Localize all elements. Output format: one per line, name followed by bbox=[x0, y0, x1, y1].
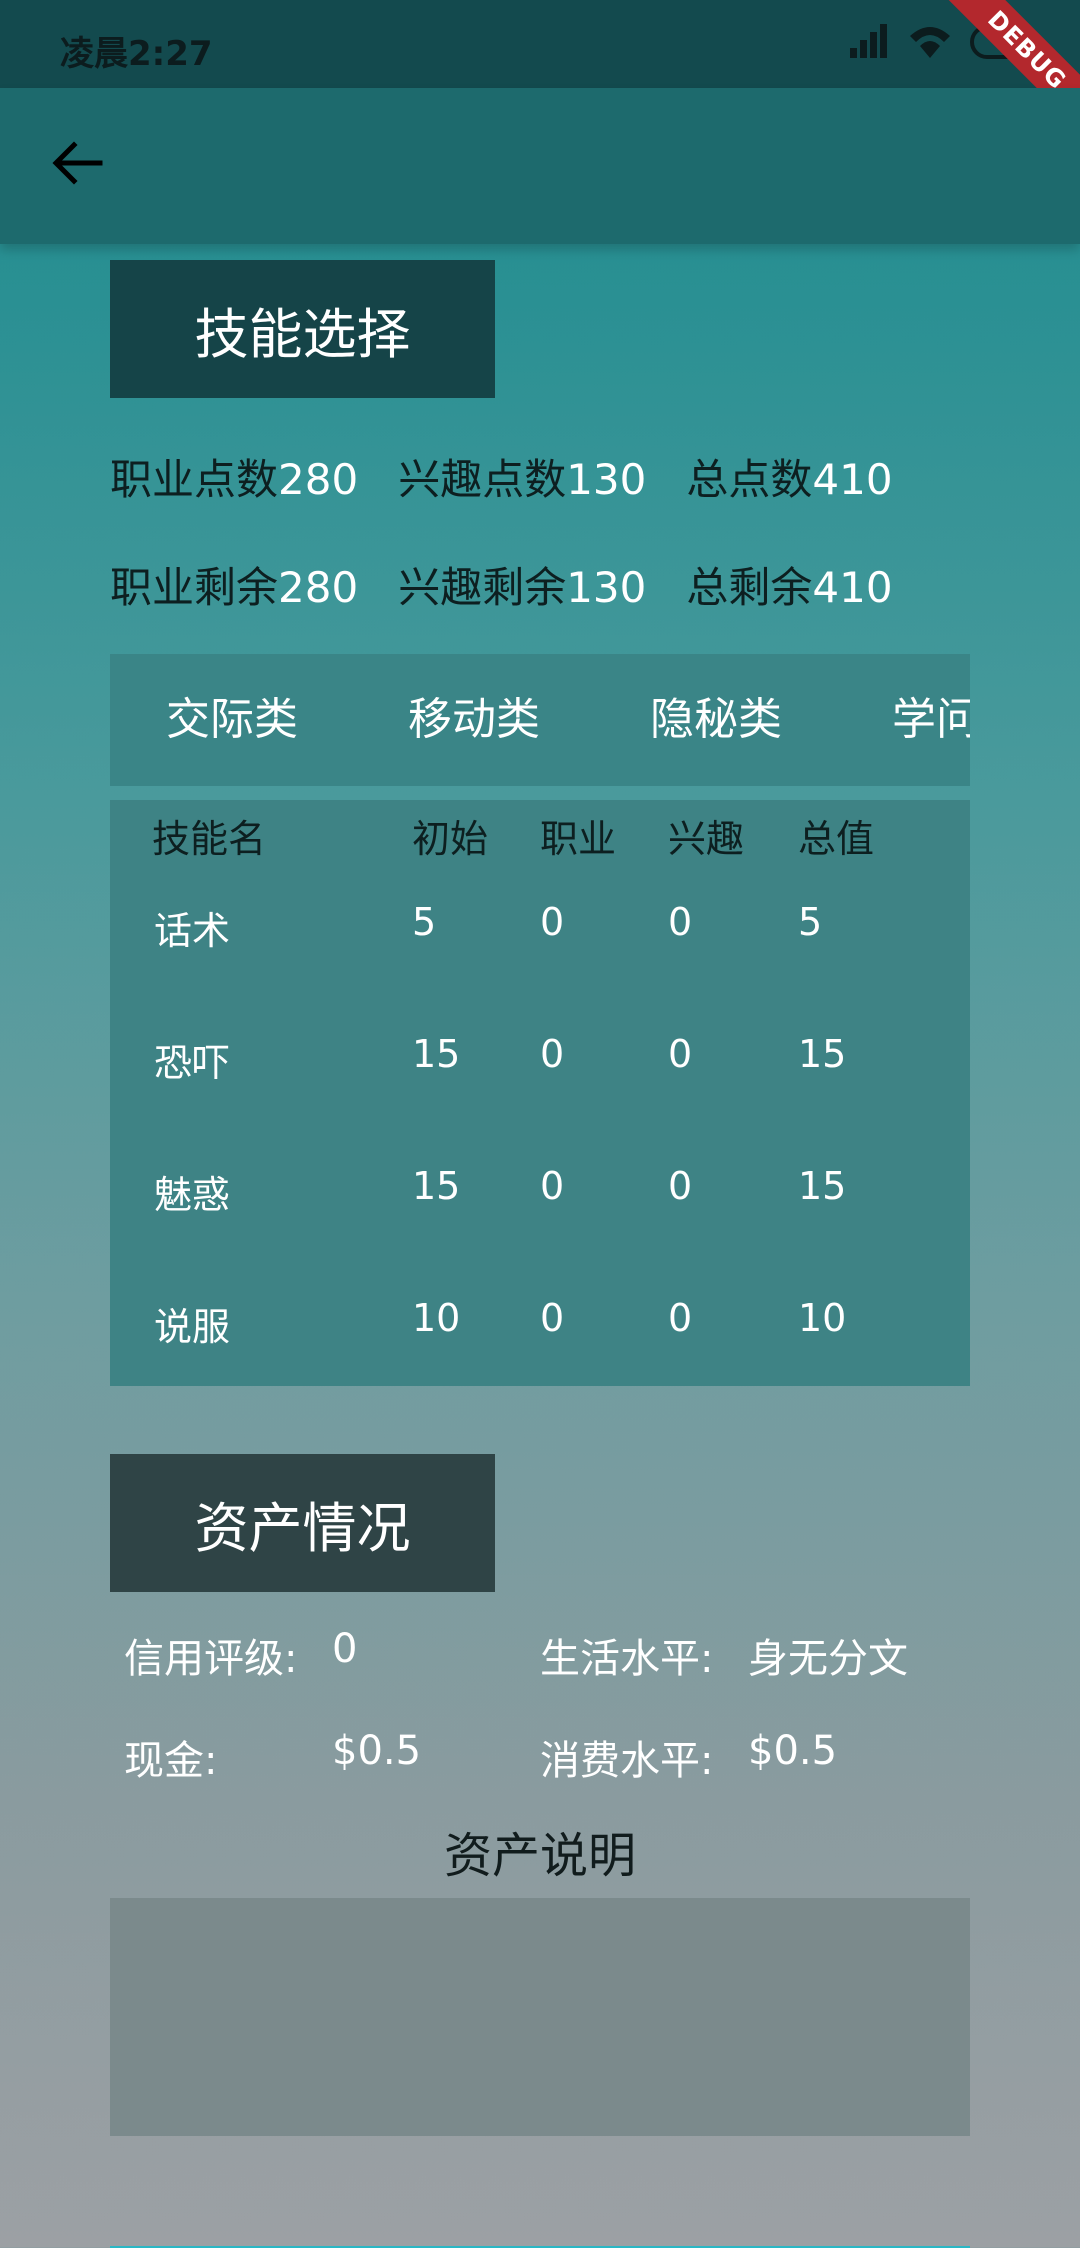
interest-cell[interactable]: 0 bbox=[668, 900, 692, 944]
spending-level-label: 消费水平: bbox=[540, 1738, 714, 1784]
initial-cell: 15 bbox=[412, 1164, 461, 1208]
cash-value: $0.5 bbox=[332, 1728, 422, 1774]
header-total: 总值 bbox=[798, 817, 875, 861]
skill-name-cell: 恐吓 bbox=[154, 1041, 231, 1085]
total-cell: 15 bbox=[798, 1164, 847, 1208]
initial-cell: 10 bbox=[412, 1296, 461, 1340]
interest-remaining: 兴趣剩余130 bbox=[398, 563, 647, 612]
total-remaining: 总剩余410 bbox=[686, 563, 893, 612]
asset-description-title: 资产说明 bbox=[443, 1828, 636, 1884]
interest-cell[interactable]: 0 bbox=[668, 1164, 692, 1208]
points-row: 职业点数280 兴趣点数130 总点数410 bbox=[110, 446, 933, 507]
total-cell: 5 bbox=[798, 900, 823, 944]
header-occupation: 职业 bbox=[540, 817, 617, 861]
interest-points: 兴趣点数130 bbox=[398, 455, 647, 504]
total-cell: 10 bbox=[798, 1296, 847, 1340]
occupation-points: 职业点数280 bbox=[110, 455, 359, 504]
back-arrow-icon[interactable] bbox=[44, 130, 110, 196]
header-interest: 兴趣 bbox=[668, 817, 745, 861]
occupation-cell[interactable]: 0 bbox=[540, 1164, 564, 1208]
interest-cell[interactable]: 0 bbox=[668, 1296, 692, 1340]
credit-rating-value: 0 bbox=[332, 1626, 358, 1672]
total-points: 总点数410 bbox=[686, 455, 893, 504]
skills-section-title: 技能选择 bbox=[110, 260, 495, 398]
skill-table: 技能名 初始 职业 兴趣 总值 话术 5 0 0 5 恐吓 15 0 0 15 … bbox=[110, 800, 970, 1386]
spending-level-value: $0.5 bbox=[748, 1728, 838, 1774]
status-time: 凌晨2:27 bbox=[60, 34, 213, 74]
occupation-cell[interactable]: 0 bbox=[540, 900, 564, 944]
tab-social[interactable]: 交际类 bbox=[166, 654, 298, 786]
living-standard-label: 生活水平: bbox=[540, 1636, 714, 1682]
total-cell: 15 bbox=[798, 1032, 847, 1076]
interest-cell[interactable]: 0 bbox=[668, 1032, 692, 1076]
occupation-cell[interactable]: 0 bbox=[540, 1032, 564, 1076]
tab-movement[interactable]: 移动类 bbox=[408, 654, 540, 786]
signal-icon bbox=[846, 22, 890, 62]
skill-name-cell: 魅惑 bbox=[154, 1173, 231, 1217]
wifi-icon bbox=[910, 27, 950, 58]
occupation-cell[interactable]: 0 bbox=[540, 1296, 564, 1340]
status-bar: 凌晨2:27 bbox=[0, 0, 1080, 88]
skill-name-cell: 说服 bbox=[154, 1305, 231, 1349]
credit-rating-label: 信用评级: bbox=[124, 1636, 298, 1682]
header-skill-name: 技能名 bbox=[152, 817, 267, 861]
tab-knowledge[interactable]: 学问 bbox=[892, 654, 970, 786]
skill-name-cell: 话术 bbox=[154, 909, 231, 953]
tab-stealth[interactable]: 隐秘类 bbox=[650, 654, 782, 786]
occupation-remaining: 职业剩余280 bbox=[110, 563, 359, 612]
assets-section-title: 资产情况 bbox=[110, 1454, 495, 1592]
living-standard-value: 身无分文 bbox=[748, 1636, 908, 1682]
cash-label: 现金: bbox=[124, 1738, 218, 1784]
asset-description-input[interactable] bbox=[110, 1898, 970, 2136]
skill-category-tabs: 交际类 移动类 隐秘类 学问 bbox=[110, 654, 970, 786]
header-initial: 初始 bbox=[412, 817, 489, 861]
initial-cell: 15 bbox=[412, 1032, 461, 1076]
app-bar bbox=[0, 88, 1080, 244]
initial-cell: 5 bbox=[412, 900, 437, 944]
remaining-row: 职业剩余280 兴趣剩余130 总剩余410 bbox=[110, 554, 933, 615]
